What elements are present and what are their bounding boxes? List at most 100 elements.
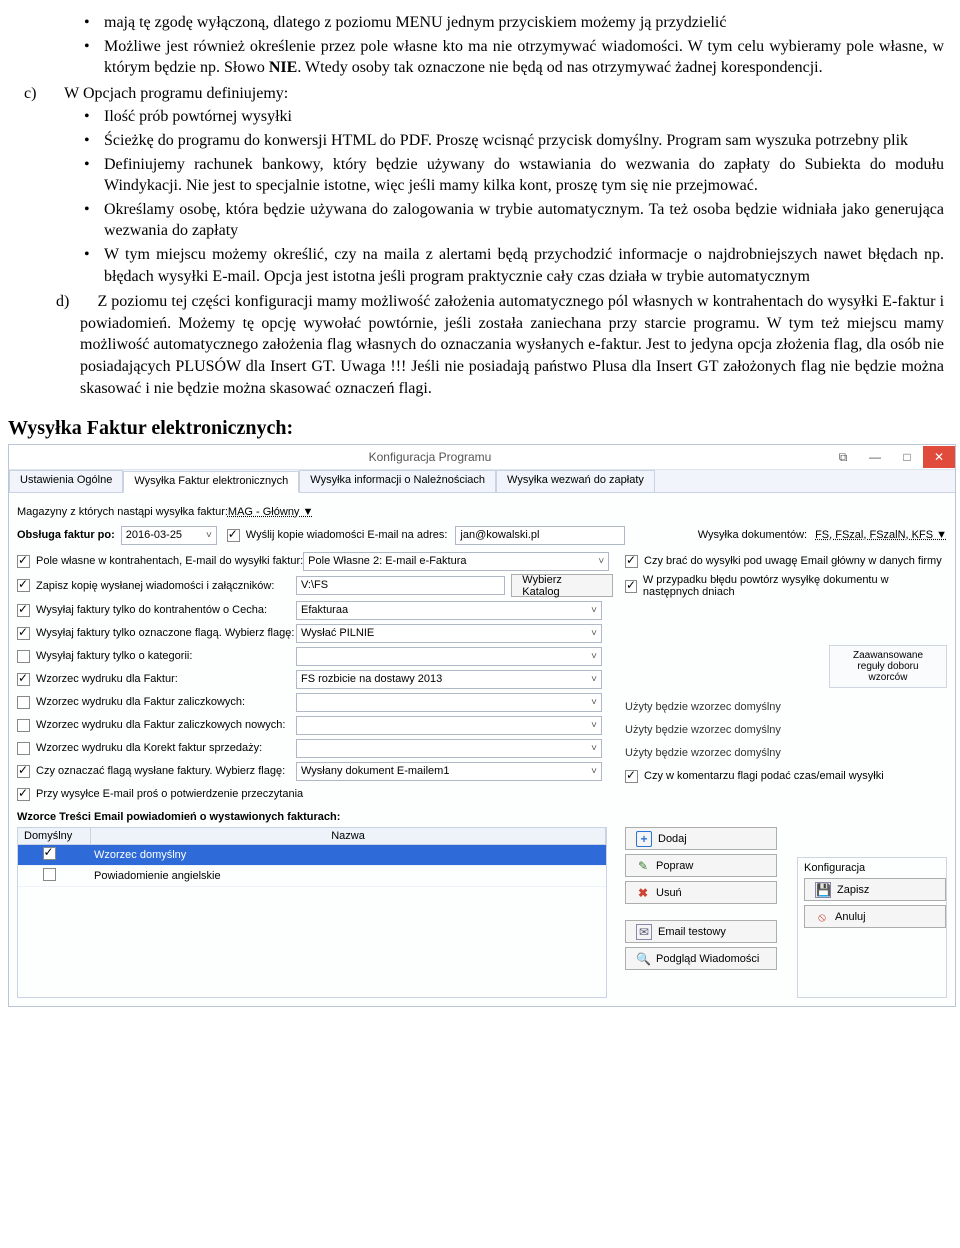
delete-button[interactable]: ✖Usuń	[625, 881, 777, 904]
bullet-bank-account: Definiujemy rachunek bankowy, który będz…	[104, 154, 944, 197]
chk-advance-new-template[interactable]	[17, 719, 30, 732]
tab-demands[interactable]: Wysyłka wezwań do zapłaty	[496, 470, 655, 492]
edit-button[interactable]: ✎Popraw	[625, 854, 777, 877]
send-documents-label: Wysyłka dokumentów:	[698, 529, 807, 541]
chk-mark-sent-flag[interactable]	[17, 765, 30, 778]
delete-icon: ✖	[636, 886, 650, 900]
close-icon[interactable]: ✕	[923, 446, 955, 468]
correction-template-value[interactable]	[296, 739, 602, 758]
test-email-button[interactable]: ✉Email testowy	[625, 920, 777, 943]
list-letter-d: d)	[56, 293, 73, 310]
chk-advance-template[interactable]	[17, 696, 30, 709]
custom-field-email-label: Pole własne w kontrahentach, E-mail do w…	[36, 555, 303, 567]
read-receipt-label: Przy wysyłce E-mail proś o potwierdzenie…	[36, 788, 303, 800]
correction-template-label: Wzorzec wydruku dla Korekt faktur sprzed…	[36, 742, 296, 754]
chk-custom-field-email[interactable]	[17, 555, 30, 568]
bullet-menu-assign: mają tę zgodę wyłączoną, dlatego z pozio…	[104, 12, 944, 34]
mark-sent-flag-value[interactable]: Wysłany dokument E-mailem1	[296, 762, 602, 781]
advance-new-template-label: Wzorzec wydruku dla Faktur zaliczkowych …	[36, 719, 296, 731]
warehouses-value[interactable]: MAG - Główny ▼	[228, 506, 313, 518]
row-name: Wzorzec domyślny	[82, 849, 602, 861]
row-default-checkbox[interactable]	[43, 868, 56, 881]
chk-flag-comment-timestamp[interactable]	[625, 770, 638, 783]
by-attribute-value[interactable]: Efakturaa	[296, 601, 602, 620]
chk-retry-next-days[interactable]	[625, 580, 637, 593]
choose-folder-button[interactable]: Wybierz Katalog	[511, 574, 613, 597]
by-attribute-label: Wysyłaj faktury tylko do kontrahentów o …	[36, 604, 296, 616]
save-copy-path[interactable]: V:\FS	[296, 576, 505, 595]
chk-read-receipt[interactable]	[17, 788, 30, 801]
copy-email-input[interactable]: jan@kowalski.pl	[455, 526, 625, 545]
tab-einvoices[interactable]: Wysyłka Faktur elektronicznych	[123, 471, 299, 493]
copy-email-checkbox[interactable]	[227, 529, 240, 542]
invoices-after-label: Obsługa faktur po:	[17, 529, 115, 541]
cancel-button[interactable]: ⦸Anuluj	[804, 905, 946, 928]
advance-template-value[interactable]	[296, 693, 602, 712]
templates-table: Domyślny Nazwa Wzorzec domyślny Powiadom…	[17, 827, 607, 998]
maximize-icon[interactable]: □	[891, 446, 923, 468]
retry-next-days-label: W przypadku błędu powtórz wysyłkę dokume…	[643, 574, 947, 598]
custom-field-email-value[interactable]: Pole Własne 2: E-mail e-Faktura	[303, 552, 609, 571]
use-main-email-label: Czy brać do wysyłki pod uwagę Email głów…	[644, 555, 942, 567]
tab-receivables[interactable]: Wysyłka informacji o Należnościach	[299, 470, 496, 492]
warehouses-label: Magazyny z których nastąpi wysyłka faktu…	[17, 506, 228, 518]
document-prose: mają tę zgodę wyłączoną, dlatego z pozio…	[0, 0, 960, 403]
save-icon: 💾	[815, 882, 831, 898]
save-button[interactable]: 💾Zapisz	[804, 878, 946, 901]
minimize-icon[interactable]: —	[859, 446, 891, 468]
window-title: Konfiguracja Programu	[33, 450, 827, 464]
config-box-title: Konfiguracja	[804, 862, 940, 874]
by-category-label: Wysyłaj faktury tylko o kategorii:	[36, 650, 296, 662]
bullet-custom-field-nie: Możliwe jest również określenie przez po…	[104, 36, 944, 79]
by-flag-value[interactable]: Wysłać PILNIE	[296, 624, 602, 643]
invoice-template-value[interactable]: FS rozbicie na dostawy 2013	[296, 670, 602, 689]
dup-window-icon[interactable]: ⧉	[827, 446, 859, 468]
chk-invoice-template[interactable]	[17, 673, 30, 686]
invoices-after-date[interactable]: 2016-03-25	[121, 526, 217, 545]
bullet-html2pdf-path: Ścieżkę do programu do konwersji HTML do…	[104, 130, 944, 152]
bullet-retries: Ilość prób powtórnej wysyłki	[104, 106, 944, 128]
invoice-template-label: Wzorzec wydruku dla Faktur:	[36, 673, 296, 685]
row-name: Powiadomienie angielskie	[82, 870, 602, 882]
titlebar: Konfiguracja Programu ⧉ — □ ✕	[9, 445, 955, 470]
magnifier-icon: 🔍	[636, 952, 650, 966]
templates-section-title: Wzorce Treści Email powiadomień o wystaw…	[17, 811, 947, 823]
save-copy-label: Zapisz kopię wysłanej wiadomości i załąc…	[36, 580, 296, 592]
flag-comment-timestamp-label: Czy w komentarzu flagi podać czas/email …	[644, 770, 884, 782]
bullet-alert-mails: W tym miejscu możemy określić, czy na ma…	[104, 244, 944, 287]
section-title: Wysyłka Faktur elektronicznych:	[8, 417, 960, 440]
th-name[interactable]: Nazwa	[91, 828, 606, 844]
tab-general[interactable]: Ustawienia Ogólne	[9, 470, 123, 492]
chk-by-category[interactable]	[17, 650, 30, 663]
mark-sent-flag-label: Czy oznaczać flagą wysłane faktury. Wybi…	[36, 765, 296, 777]
tabs: Ustawienia Ogólne Wysyłka Faktur elektro…	[9, 470, 955, 493]
by-flag-label: Wysyłaj faktury tylko oznaczone flagą. W…	[36, 627, 296, 639]
plus-icon: +	[636, 831, 652, 847]
mail-icon: ✉	[636, 924, 652, 940]
chk-by-flag[interactable]	[17, 627, 30, 640]
send-documents-value[interactable]: FS, FSzal, FSzalN, KFS ▼	[815, 529, 947, 541]
chk-use-main-email[interactable]	[625, 555, 638, 568]
chk-correction-template[interactable]	[17, 742, 30, 755]
table-row[interactable]: Powiadomienie angielskie	[18, 866, 606, 887]
copy-email-label: Wyślij kopie wiadomości E-mail na adres:	[246, 529, 448, 541]
by-category-value[interactable]	[296, 647, 602, 666]
th-default[interactable]: Domyślny	[18, 828, 91, 844]
chk-by-attribute[interactable]	[17, 604, 30, 617]
table-row[interactable]: Wzorzec domyślny	[18, 845, 606, 866]
note-default-template-2: Użyty będzie wzorzec domyślny	[625, 724, 781, 736]
row-default-checkbox[interactable]	[43, 847, 56, 860]
note-default-template-1: Użyty będzie wzorzec domyślny	[625, 701, 781, 713]
config-window: Konfiguracja Programu ⧉ — □ ✕ Ustawienia…	[8, 444, 956, 1007]
advanced-rules-button[interactable]: Zaawansowane reguły doboru wzorców	[829, 645, 947, 688]
preview-button[interactable]: 🔍Podgląd Wiadomości	[625, 947, 777, 970]
note-default-template-3: Użyty będzie wzorzec domyślny	[625, 747, 781, 759]
list-letter-c: c)	[24, 85, 40, 102]
chk-save-copy[interactable]	[17, 579, 30, 592]
config-box: Konfiguracja 💾Zapisz ⦸Anuluj	[797, 857, 947, 998]
bullet-auto-login-user: Określamy osobę, która będzie używana do…	[104, 199, 944, 242]
add-button[interactable]: +Dodaj	[625, 827, 777, 850]
advance-new-template-value[interactable]	[296, 716, 602, 735]
cancel-icon: ⦸	[815, 910, 829, 924]
pencil-icon: ✎	[636, 859, 650, 873]
